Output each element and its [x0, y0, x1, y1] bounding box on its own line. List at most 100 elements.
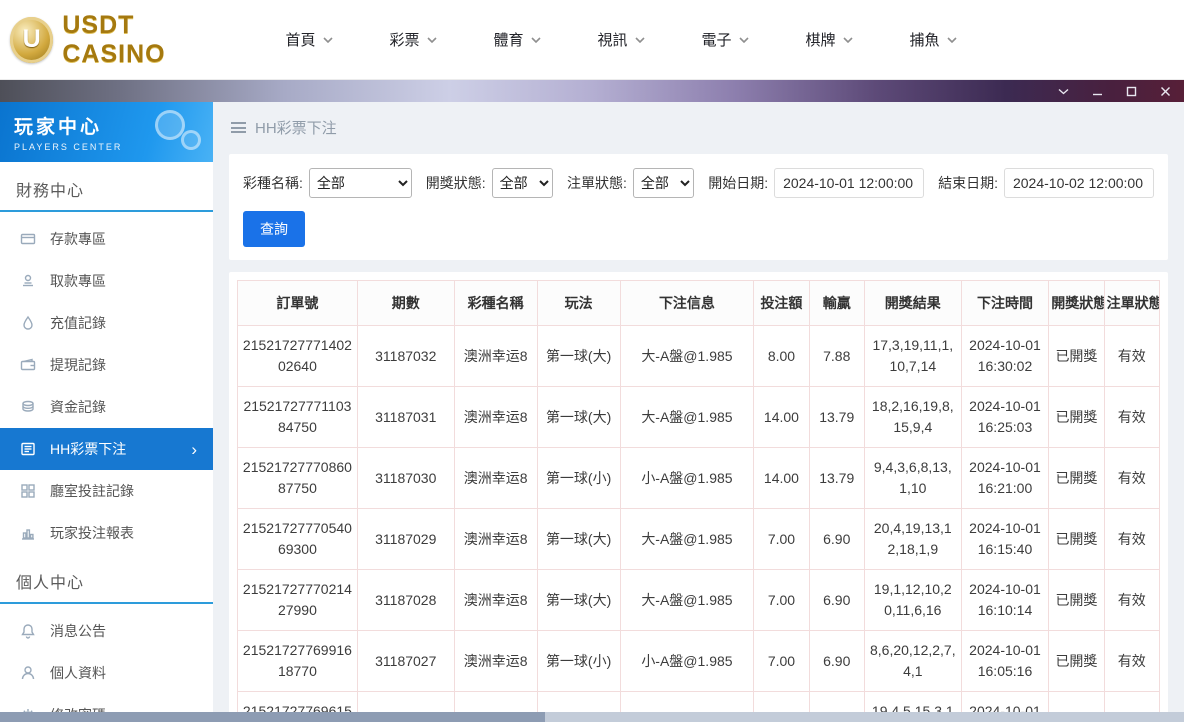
cell-period: 31187032 — [357, 326, 454, 387]
cell-order-status: 有效 — [1104, 326, 1159, 387]
window-maximize-button[interactable] — [1124, 84, 1138, 98]
chevron-down-icon — [1058, 88, 1069, 95]
cell-order-no: 2152172776991618770 — [238, 631, 358, 692]
draw-status-select[interactable]: 全部 — [492, 168, 553, 198]
column-header: 注單狀態 — [1104, 281, 1159, 326]
cell-order-no: 2152172777110384750 — [238, 387, 358, 448]
column-header: 下注時間 — [961, 281, 1049, 326]
cell-lottery: 澳洲幸运8 — [454, 509, 537, 570]
order-status-label: 注單狀態: — [567, 173, 627, 193]
chevron-down-icon — [739, 37, 749, 43]
table-row: 215217277699161877031187027澳洲幸运8第一球(小)小-… — [238, 631, 1160, 692]
nav-item[interactable]: 捕魚 — [881, 19, 985, 60]
cell-period: 31187028 — [357, 570, 454, 631]
nav-item-label: 電子 — [701, 29, 731, 50]
nav-item[interactable]: 彩票 — [361, 19, 465, 60]
cell-win-loss: 6.90 — [809, 570, 864, 631]
coins-icon — [20, 399, 36, 415]
nav-item[interactable]: 棋牌 — [777, 19, 881, 60]
cell-order-status: 有效 — [1104, 448, 1159, 509]
cell-bet-time: 2024-10-01 16:25:03 — [961, 387, 1049, 448]
cell-bet-amount: 14.00 — [754, 448, 809, 509]
cell-draw-result: 8,6,20,12,2,7,4,1 — [864, 631, 961, 692]
sidebar-item-label: 資金記錄 — [50, 397, 106, 417]
start-date-input[interactable] — [774, 168, 924, 198]
start-date-label: 開始日期: — [708, 173, 768, 193]
sidebar-item-withdrawal-record[interactable]: 提現記錄 — [0, 344, 213, 386]
cell-bet-amount: 14.00 — [754, 387, 809, 448]
column-header: 玩法 — [537, 281, 620, 326]
column-header: 下注信息 — [620, 281, 754, 326]
sidebar-item-label: 提現記錄 — [50, 355, 106, 375]
grid-icon — [20, 483, 36, 499]
cell-period: 31187030 — [357, 448, 454, 509]
breadcrumb-label: HH彩票下注 — [255, 117, 337, 138]
cell-draw-result: 18,2,16,19,8,15,9,4 — [864, 387, 961, 448]
section-finance-header: 財務中心 — [0, 162, 213, 212]
nav-item-label: 首頁 — [285, 29, 315, 50]
cell-play: 第一球(大) — [537, 387, 620, 448]
cell-win-loss: 6.90 — [809, 509, 864, 570]
sidebar-item-announcements[interactable]: 消息公告 — [0, 610, 213, 652]
cell-draw-result: 17,3,19,11,1,10,7,14 — [864, 326, 961, 387]
menu-icon[interactable] — [231, 122, 246, 133]
cell-bet-info: 大-A盤@1.985 — [620, 387, 754, 448]
sidebar-item-label: 存款專區 — [50, 229, 106, 249]
end-date-input[interactable] — [1004, 168, 1154, 198]
breadcrumb: HH彩票下注 — [213, 102, 1184, 146]
nav-item[interactable]: 視訊 — [569, 19, 673, 60]
finance-menu: 存款專區 取款專區 充值記錄 提現記錄 資金記錄 HH彩票下注 › — [0, 212, 213, 554]
cell-play: 第一球(大) — [537, 326, 620, 387]
cell-bet-info: 大-A盤@1.985 — [620, 326, 754, 387]
cell-bet-amount: 8.00 — [754, 326, 809, 387]
logo-text: USDT CASINO — [62, 11, 235, 69]
cell-bet-time: 2024-10-01 16:10:14 — [961, 570, 1049, 631]
close-icon — [1160, 86, 1171, 97]
cell-draw-status: 已開獎 — [1049, 509, 1104, 570]
sidebar-item-label: 充值記錄 — [50, 313, 106, 333]
sidebar-item-label: 消息公告 — [50, 621, 106, 641]
sidebar-item-withdraw[interactable]: 取款專區 — [0, 260, 213, 302]
sidebar-item-recharge-record[interactable]: 充值記錄 — [0, 302, 213, 344]
cell-bet-amount: 7.00 — [754, 570, 809, 631]
order-status-select[interactable]: 全部 — [633, 168, 694, 198]
lottery-name-select[interactable]: 全部 — [309, 168, 412, 198]
nav-item-label: 捕魚 — [909, 29, 939, 50]
logo-coin-icon: U — [10, 17, 53, 63]
section-title: 個人中心 — [16, 569, 197, 593]
cell-draw-status: 已開獎 — [1049, 448, 1104, 509]
withdraw-coin-icon — [20, 273, 36, 289]
nav-item-label: 體育 — [493, 29, 523, 50]
nav-item[interactable]: 電子 — [673, 19, 777, 60]
nav-item[interactable]: 首頁 — [257, 19, 361, 60]
sidebar-item-profile[interactable]: 個人資料 — [0, 652, 213, 694]
horizontal-scrollbar[interactable] — [0, 712, 1184, 722]
cell-play: 第一球(小) — [537, 448, 620, 509]
cell-draw-status: 已開獎 — [1049, 326, 1104, 387]
sidebar-item-player-report[interactable]: 玩家投注報表 — [0, 512, 213, 554]
bar-chart-icon — [20, 525, 36, 541]
nav-item-label: 彩票 — [389, 29, 419, 50]
search-button[interactable]: 查詢 — [243, 211, 305, 247]
sidebar-item-hall-bet-record[interactable]: 廳室投註記錄 — [0, 470, 213, 512]
deposit-card-icon — [20, 231, 36, 247]
sidebar-item-funds-record[interactable]: 資金記錄 — [0, 386, 213, 428]
cell-bet-info: 大-A盤@1.985 — [620, 509, 754, 570]
sidebar-item-label: 取款專區 — [50, 271, 106, 291]
nav-item[interactable]: 體育 — [465, 19, 569, 60]
draw-status-label: 開獎狀態: — [426, 173, 486, 193]
droplet-icon — [20, 315, 36, 331]
poker-chip-icon — [155, 110, 185, 140]
column-header: 輸贏 — [809, 281, 864, 326]
window-minimize-button[interactable] — [1090, 84, 1104, 98]
cell-order-status: 有效 — [1104, 387, 1159, 448]
column-header: 彩種名稱 — [454, 281, 537, 326]
sidebar-item-deposit[interactable]: 存款專區 — [0, 218, 213, 260]
scrollbar-thumb[interactable] — [0, 712, 545, 722]
cell-bet-time: 2024-10-01 16:21:00 — [961, 448, 1049, 509]
sidebar-item-hh-lottery-bet[interactable]: HH彩票下注 › — [0, 428, 213, 470]
window-close-button[interactable] — [1158, 84, 1172, 98]
cell-draw-status: 已開獎 — [1049, 631, 1104, 692]
window-collapse-button[interactable] — [1056, 84, 1070, 98]
nav-item-label: 視訊 — [597, 29, 627, 50]
